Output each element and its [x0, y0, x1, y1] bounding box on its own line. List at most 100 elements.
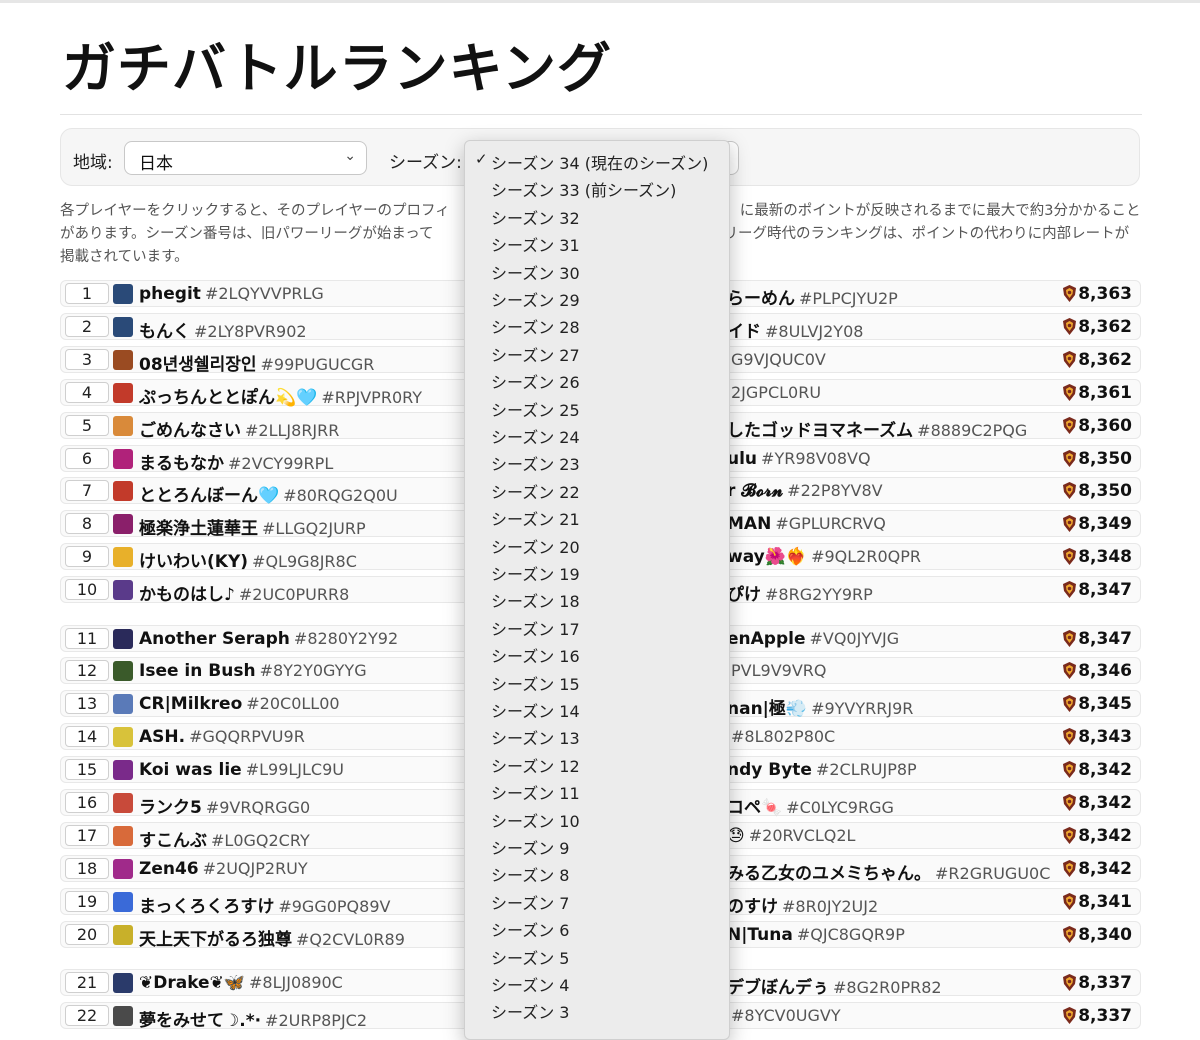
trophy-icon [1061, 350, 1078, 369]
table-row[interactable]: enApple #VQ0JYVJG 8,347 [720, 624, 1141, 652]
table-row[interactable]: 16 ランク5 #9VRQRGG0 [60, 789, 480, 818]
season-option[interactable]: シーズン 29 [465, 284, 729, 311]
season-option[interactable]: シーズン 26 [465, 366, 729, 393]
season-option[interactable]: シーズン 30 [465, 257, 729, 284]
table-row[interactable]: ulu #YR98V08VQ 8,350 [720, 444, 1141, 472]
table-row[interactable]: 10 かものはし♪ #2UC0PURR8 [60, 576, 480, 605]
season-option[interactable]: シーズン 21 [465, 503, 729, 530]
table-row[interactable]: ndy Byte #2CLRUJP8P 8,342 [720, 756, 1141, 784]
season-option[interactable]: シーズン 22 [465, 476, 729, 503]
trophy-icon [1061, 925, 1078, 944]
table-row[interactable]: みる乙女のユメミちゃん。 #R2GRUGU0C 8,342 [720, 854, 1141, 884]
season-option[interactable]: シーズン 15 [465, 668, 729, 695]
season-option[interactable]: シーズン 4 [465, 969, 729, 996]
season-option[interactable]: シーズン 13 [465, 722, 729, 749]
table-row[interactable]: 1 phegit #2LQYVVPRLG [60, 280, 480, 307]
table-row[interactable]: 9 けいわい(KY) #QL9G8JR8C [60, 543, 480, 572]
player-tag: #80RQG2Q0U [283, 486, 398, 506]
season-option[interactable]: シーズン 24 [465, 421, 729, 448]
trophy-icon [1061, 317, 1078, 336]
table-row[interactable]: 18 Zen46 #2UQJP2RUY [60, 854, 480, 882]
season-option[interactable]: シーズン 33 (前シーズン) [465, 174, 729, 201]
season-option[interactable]: シーズン 9 [465, 832, 729, 859]
table-row[interactable]: 3 08년생쉘리장인 #99PUGUCGR [60, 345, 480, 375]
table-row[interactable]: コペ🍬 #C0LYC9RGG 8,342 [720, 789, 1141, 818]
season-option[interactable]: ✓ シーズン 34 (現在のシーズン) [465, 147, 729, 174]
season-option[interactable]: シーズン 18 [465, 585, 729, 612]
season-option[interactable]: シーズン 32 [465, 202, 729, 229]
points-value: 8,342 [1078, 825, 1132, 846]
player-name: enApple #VQ0JYVJG [727, 628, 900, 649]
season-option[interactable]: シーズン 7 [465, 887, 729, 914]
season-option[interactable]: シーズン 11 [465, 777, 729, 804]
table-row[interactable]: 15 Koi was lie #L99LJLC9U [60, 756, 480, 784]
table-row[interactable]: 6 まるもなか #2VCY99RPL [60, 444, 480, 474]
avatar [113, 825, 133, 846]
trophy-icon [1061, 514, 1078, 533]
season-option[interactable]: シーズン 23 [465, 448, 729, 475]
table-row[interactable]: 13 CR|Milkreo #20C0LL00 [60, 690, 480, 718]
table-row[interactable]: ぴけ #8RG2YY9RP 8,347 [720, 576, 1141, 605]
table-row[interactable]: デブぼんデぅ #8G2R0PR82 8,337 [720, 969, 1141, 998]
season-option[interactable]: シーズン 8 [465, 859, 729, 886]
table-row[interactable]: 2 もんく #2LY8PVR902 [60, 312, 480, 342]
season-option-label: シーズン 15 [491, 674, 580, 694]
season-option[interactable]: シーズン 12 [465, 750, 729, 777]
table-row[interactable]: way🌺❤️‍🔥 #9QL2R0QPR 8,348 [720, 543, 1141, 571]
table-row[interactable]: 2JGPCL0RU 8,361 [720, 378, 1141, 406]
season-option[interactable]: シーズン 28 [465, 311, 729, 338]
avatar [113, 514, 133, 535]
season-option[interactable]: シーズン 10 [465, 805, 729, 832]
table-row[interactable]: N|Tuna #QJC8GQR9P 8,340 [720, 920, 1141, 948]
points-value: 8,348 [1078, 547, 1132, 568]
player-tag: #VQ0JYVJG [809, 628, 900, 648]
table-row[interactable]: 14 ASH. #GQQRPVU9R [60, 723, 480, 751]
table-row[interactable]: 20 天上天下がるろ独尊 #Q2CVL0R89 [60, 920, 480, 950]
table-row[interactable]: 4 ぷっちんととぽん💫🩵 #RPJVPR0RY [60, 378, 480, 408]
table-row[interactable]: 😓 #20RVCLQ2L 8,342 [720, 821, 1141, 849]
season-option[interactable]: シーズン 25 [465, 394, 729, 421]
season-option-label: シーズン 9 [491, 839, 570, 858]
trophy-icon [1061, 284, 1078, 303]
table-row[interactable]: イド #8ULVJ2Y08 8,362 [720, 312, 1141, 342]
season-option[interactable]: シーズン 6 [465, 914, 729, 941]
table-row[interactable]: PVL9V9VRQ 8,346 [720, 657, 1141, 685]
table-row[interactable]: 19 まっくろくろすけ #9GG0PQ89V [60, 887, 480, 917]
season-option[interactable]: シーズン 16 [465, 640, 729, 667]
season-option[interactable]: シーズン 19 [465, 558, 729, 585]
divider [60, 114, 1142, 115]
player-tag: #2LY8PVR902 [194, 321, 307, 341]
season-option-label: シーズン 31 [491, 236, 580, 256]
table-row[interactable]: MAN #GPLURCRVQ 8,349 [720, 510, 1141, 538]
table-row[interactable]: 22 夢をみせて☽.*· #2URP8PJC2 [60, 1001, 480, 1031]
player-tag: #9VRQRGG0 [205, 798, 311, 817]
season-option[interactable]: シーズン 17 [465, 613, 729, 640]
table-row[interactable]: したゴッドヨマネーズム #8889C2PQG 8,360 [720, 411, 1141, 441]
region-select[interactable]: 日本 ⌄ [124, 141, 367, 175]
player-name: ❦Drake❦🦋 #8LJJ0890C [139, 973, 343, 993]
table-row[interactable]: 7 ととろんぼーん🩵 #80RQG2Q0U [60, 477, 480, 506]
table-row[interactable]: 21 ❦Drake❦🦋 #8LJJ0890C [60, 969, 480, 996]
season-option[interactable]: シーズン 20 [465, 531, 729, 558]
season-option[interactable]: シーズン 3 [465, 996, 729, 1023]
season-option[interactable]: シーズン 27 [465, 339, 729, 366]
season-option[interactable]: シーズン 14 [465, 695, 729, 722]
table-row[interactable]: らーめん #PLPCJYU2P 8,363 [720, 280, 1141, 309]
table-row[interactable]: 8 極楽浄土蓮華王 #LLGQ2JURP [60, 510, 480, 539]
season-dropdown-menu[interactable]: ✓ シーズン 34 (現在のシーズン) シーズン 33 (前シーズン) シーズン 32… [464, 140, 730, 1040]
season-option[interactable]: シーズン 5 [465, 942, 729, 969]
table-row[interactable]: 5 ごめんなさい #2LLJ8RJRR [60, 411, 480, 441]
player-tag: #8YCV0UGVY [731, 1005, 841, 1025]
table-row[interactable]: 12 Isee in Bush #8Y2Y0GYYG [60, 657, 480, 685]
table-row[interactable]: 17 すこんぶ #L0GQ2CRY [60, 821, 480, 851]
table-row[interactable]: #8YCV0UGVY 8,337 [720, 1001, 1141, 1029]
table-row[interactable]: G9VJQUC0V 8,362 [720, 345, 1141, 373]
table-row[interactable]: r 𝓑𝓸𝓻𝓷 #22P8YV8V 8,350 [720, 477, 1141, 505]
table-row[interactable]: nan|極💨 #9YVYRRJ9R 8,345 [720, 690, 1141, 719]
player-name: Another Seraph #8280Y2Y92 [139, 628, 399, 649]
table-row[interactable]: #8L802P80C 8,343 [720, 723, 1141, 751]
table-row[interactable]: のすけ #8R0JY2UJ2 8,341 [720, 887, 1141, 917]
table-row[interactable]: 11 Another Seraph #8280Y2Y92 [60, 624, 480, 652]
season-option[interactable]: シーズン 31 [465, 229, 729, 256]
points-value: 8,342 [1078, 793, 1132, 813]
